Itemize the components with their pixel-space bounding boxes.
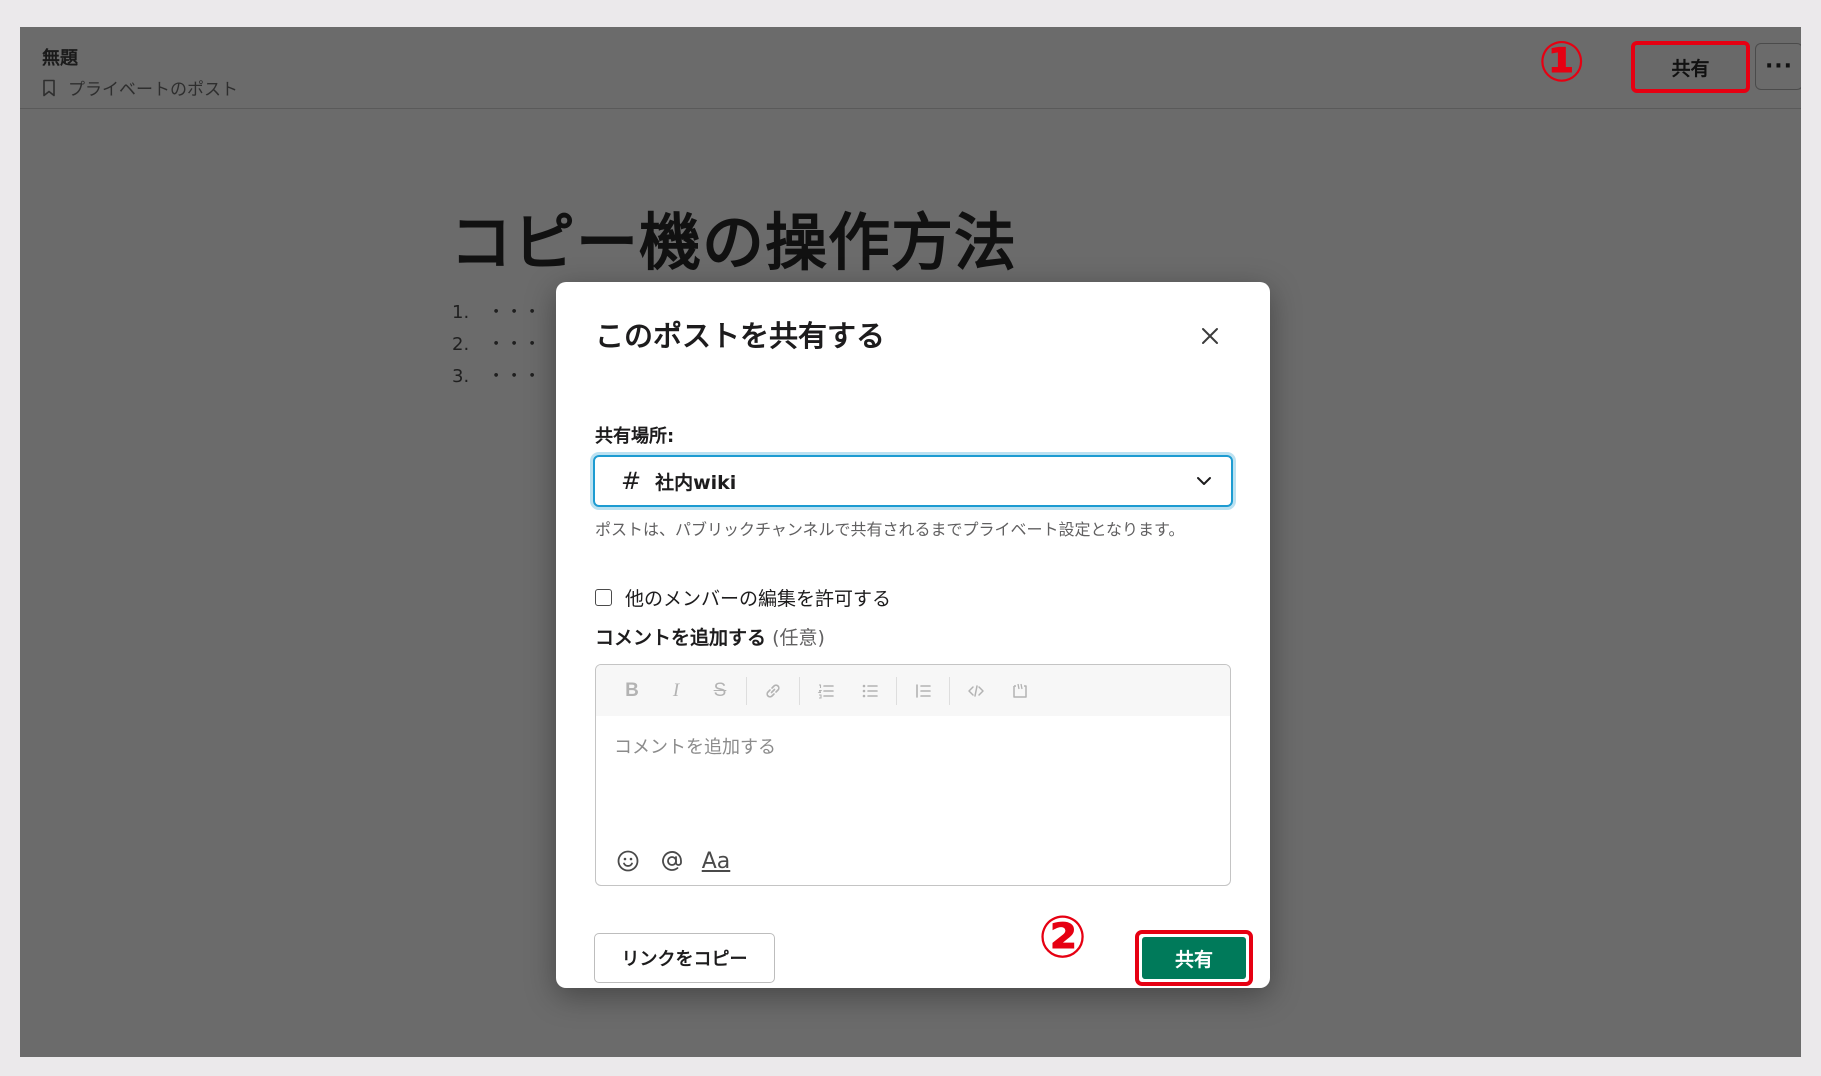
- comment-editor[interactable]: B I S コメントを追加する Aa: [595, 664, 1231, 886]
- link-icon: [766, 683, 780, 698]
- step-marker-2: ②: [1038, 903, 1088, 971]
- ordered-list-icon: [817, 683, 834, 699]
- ordered-list-button[interactable]: [804, 674, 848, 708]
- hash-icon: #: [621, 467, 642, 495]
- document-list: 1. ・・・ 2. ・・・ 3. ・・・: [452, 298, 541, 394]
- bookmark-icon: [43, 79, 55, 96]
- copy-link-button[interactable]: リンクをコピー: [594, 933, 775, 983]
- toolbar-divider: [746, 676, 747, 705]
- post-visibility: プライベートのポスト: [42, 75, 238, 100]
- allow-edit-label: 他のメンバーの編集を許可する: [625, 588, 892, 610]
- channel-select[interactable]: # 社内wiki: [593, 455, 1233, 507]
- list-item: 1. ・・・: [452, 302, 542, 323]
- more-options-button[interactable]: ···: [1755, 43, 1801, 90]
- code-button[interactable]: [954, 674, 998, 708]
- strikethrough-button[interactable]: S: [698, 674, 742, 708]
- close-button[interactable]: [1196, 322, 1224, 350]
- allow-edit-checkbox[interactable]: [595, 589, 612, 606]
- editor-actions: Aa: [612, 845, 732, 877]
- toolbar-divider: [949, 676, 950, 705]
- post-title: 無題: [42, 48, 78, 69]
- document-heading: コピー機の操作方法: [450, 206, 1018, 279]
- chevron-down-icon: [1197, 477, 1211, 485]
- share-button[interactable]: 共有: [1142, 937, 1246, 979]
- dialog-title: このポストを共有する: [595, 319, 886, 353]
- bold-button[interactable]: B: [610, 674, 654, 708]
- formatting-toolbar: B I S: [596, 665, 1230, 716]
- italic-icon: I: [672, 679, 680, 701]
- app-frame: 無題 プライベートのポスト ① 共有 ··· コピー機の操作方法 1. ・・・ …: [20, 27, 1801, 1057]
- comment-input-placeholder[interactable]: コメントを追加する: [614, 733, 776, 759]
- share-dialog: このポストを共有する 共有場所: # 社内wiki ポストは、パブリックチャンネ…: [556, 282, 1270, 988]
- list-item: 2. ・・・: [452, 334, 542, 355]
- list-item: 3. ・・・: [452, 366, 542, 387]
- strikethrough-icon: S: [713, 679, 727, 701]
- emoji-icon: [617, 850, 639, 872]
- share-help-text: ポストは、パブリックチャンネルで共有されるまでプライベート設定となります。: [595, 520, 1185, 539]
- share-to-label: 共有場所:: [595, 426, 675, 447]
- italic-button[interactable]: I: [654, 674, 698, 708]
- post-visibility-label: プライベートのポスト: [68, 80, 238, 100]
- code-block-button[interactable]: [998, 674, 1042, 708]
- toolbar-divider: [896, 676, 897, 705]
- share-button-highlight: 共有: [1135, 930, 1253, 986]
- toolbar-divider: [799, 676, 800, 705]
- emoji-button[interactable]: [612, 845, 644, 877]
- code-icon: [968, 684, 984, 697]
- mention-icon: [662, 851, 682, 871]
- step-marker-1: ①: [1538, 30, 1586, 95]
- comment-label-text: コメントを追加する: [595, 627, 767, 649]
- bulleted-list-button[interactable]: [848, 674, 892, 708]
- header-share-button[interactable]: 共有: [1631, 41, 1750, 93]
- blockquote-icon: [916, 683, 931, 698]
- blockquote-button[interactable]: [901, 674, 945, 708]
- channel-select-value: 社内wiki: [655, 471, 737, 494]
- link-button[interactable]: [751, 674, 795, 708]
- close-icon: [1202, 328, 1218, 344]
- bulleted-list-icon: [862, 684, 878, 697]
- mention-button[interactable]: [656, 845, 688, 877]
- bold-icon: B: [625, 679, 639, 701]
- code-block-icon: [1013, 683, 1027, 698]
- allow-edit-row[interactable]: 他のメンバーの編集を許可する: [595, 584, 891, 611]
- text-format-button[interactable]: Aa: [700, 845, 732, 877]
- comment-optional-text: (任意): [772, 627, 825, 649]
- comment-label: コメントを追加する (任意): [595, 623, 825, 650]
- post-header: 無題 プライベートのポスト ① 共有 ···: [20, 27, 1801, 109]
